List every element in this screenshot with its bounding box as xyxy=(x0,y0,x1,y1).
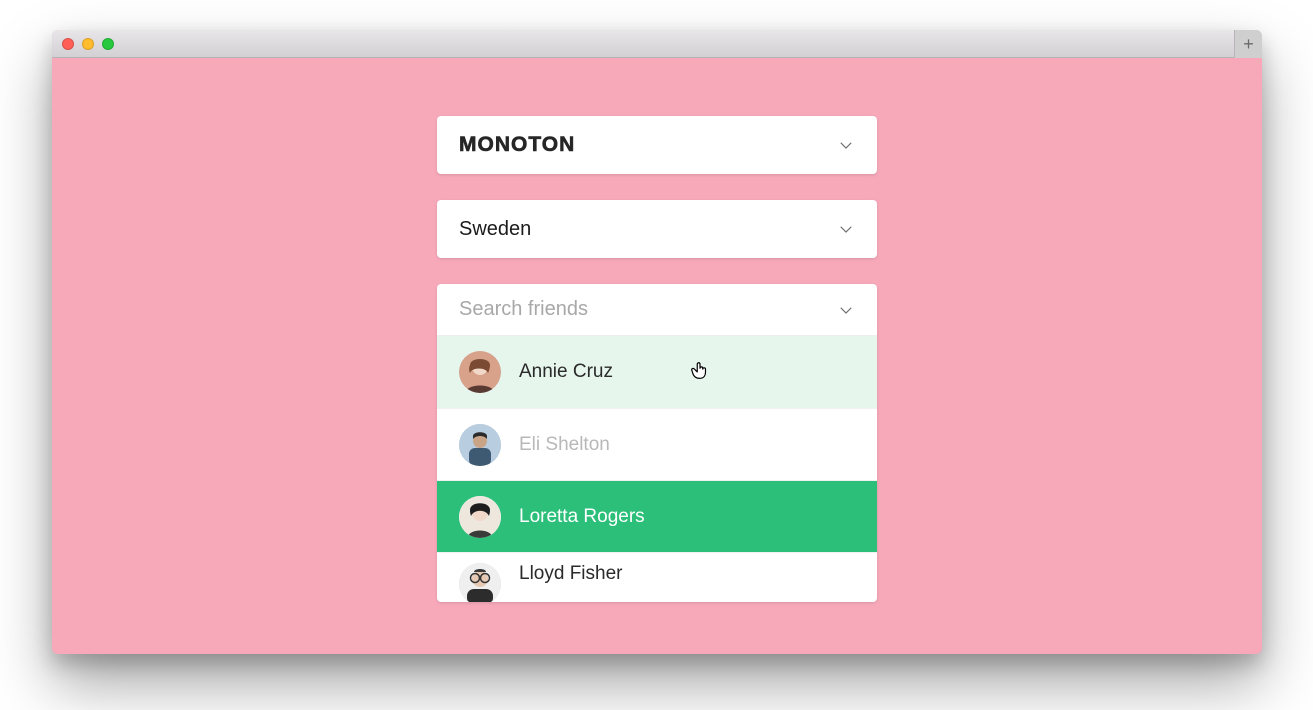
friends-select-placeholder: Search friends xyxy=(459,298,588,321)
friends-option-label: Loretta Rogers xyxy=(519,506,645,528)
friends-option[interactable]: Loretta Rogers xyxy=(437,480,877,552)
friends-select: Search friends Annie Cruz xyxy=(437,284,877,602)
font-select[interactable]: Monoton xyxy=(437,116,877,174)
window-minimize-button[interactable] xyxy=(82,38,94,50)
avatar xyxy=(459,351,501,393)
font-select-value: Monoton xyxy=(459,133,575,157)
friends-option-label: Eli Shelton xyxy=(519,434,610,456)
plus-icon: + xyxy=(1243,34,1254,55)
chevron-down-icon xyxy=(837,220,855,238)
friends-select-head[interactable]: Search friends xyxy=(437,284,877,336)
window-zoom-button[interactable] xyxy=(102,38,114,50)
new-tab-button[interactable]: + xyxy=(1234,30,1262,58)
country-select-value: Sweden xyxy=(459,218,531,241)
friends-option-label: Annie Cruz xyxy=(519,361,613,383)
chevron-down-icon xyxy=(837,136,855,154)
pointer-cursor-icon xyxy=(689,360,711,382)
window-controls xyxy=(62,38,114,50)
window-titlebar: + xyxy=(52,30,1262,58)
page-content: Monoton Sweden Search friends xyxy=(52,58,1262,654)
friends-option[interactable]: Lloyd Fisher xyxy=(437,552,877,602)
friends-option-label: Lloyd Fisher xyxy=(519,563,623,585)
avatar xyxy=(459,424,501,466)
avatar xyxy=(459,563,501,602)
friends-option[interactable]: Annie Cruz xyxy=(437,336,877,408)
country-select[interactable]: Sweden xyxy=(437,200,877,258)
app-window: + Monoton Sweden Search frie xyxy=(52,30,1262,654)
window-close-button[interactable] xyxy=(62,38,74,50)
chevron-down-icon xyxy=(837,301,855,319)
friends-option: Eli Shelton xyxy=(437,408,877,480)
avatar xyxy=(459,496,501,538)
friends-options-list: Annie Cruz Eli Shelton Loretta Rogers xyxy=(437,336,877,602)
